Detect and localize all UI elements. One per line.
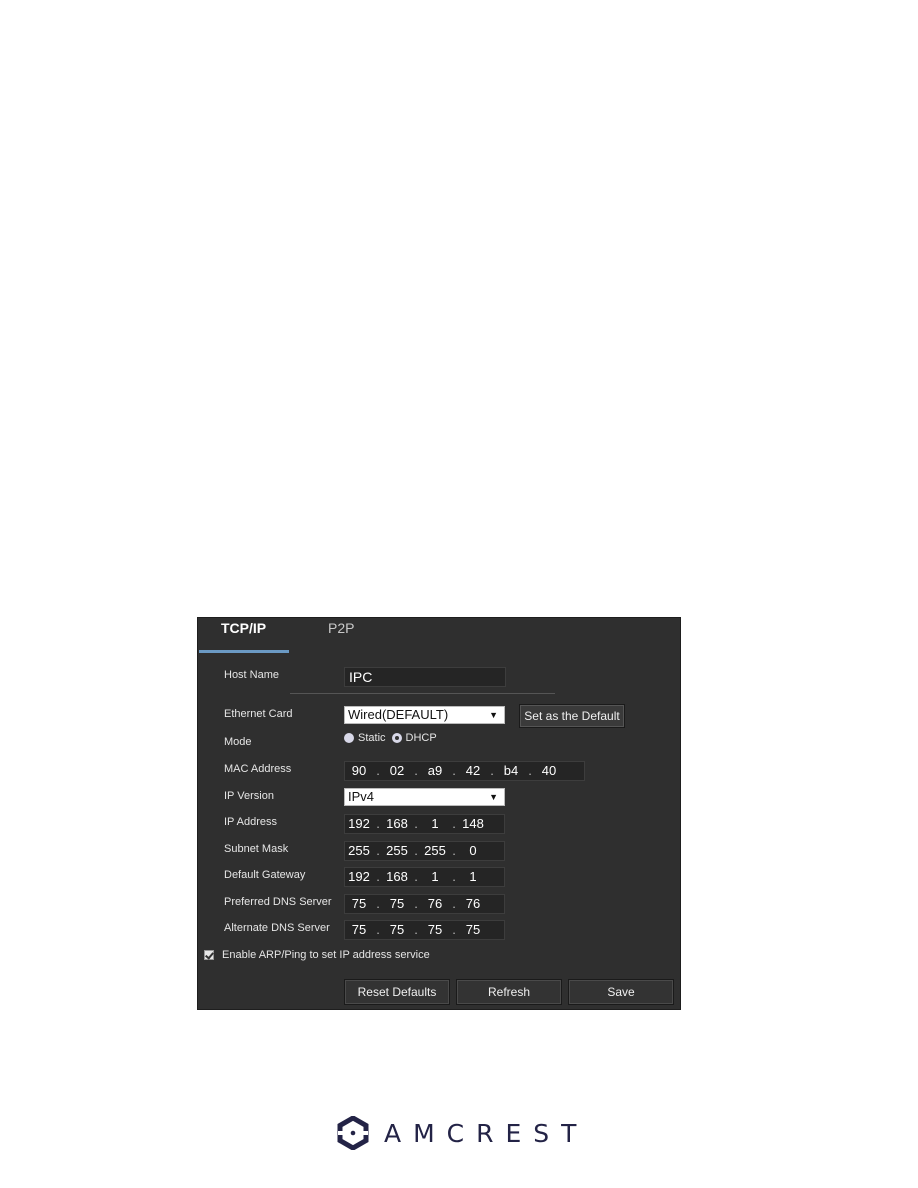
ip-octet[interactable]: 1 <box>459 868 487 886</box>
set-as-default-button[interactable]: Set as the Default <box>519 704 625 728</box>
brand-name: AMCREST <box>384 1118 589 1148</box>
ip-octet[interactable]: 75 <box>383 921 411 939</box>
ip-octet[interactable]: 75 <box>345 921 373 939</box>
separator: . <box>452 843 456 858</box>
subnet-mask-label: Subnet Mask <box>224 843 289 855</box>
separator: . <box>490 763 494 778</box>
chevron-down-icon: ▼ <box>489 710 498 720</box>
ip-octet[interactable]: 75 <box>421 921 449 939</box>
ip-version-label: IP Version <box>224 790 274 802</box>
mac-octet[interactable]: 42 <box>459 762 487 780</box>
active-tab-indicator <box>199 650 289 653</box>
tab-p2p[interactable]: P2P <box>328 620 354 636</box>
ethernet-card-select[interactable]: Wired(DEFAULT) ▼ <box>344 706 505 724</box>
ip-octet[interactable]: 255 <box>383 842 411 860</box>
separator: . <box>452 763 456 778</box>
tab-tcp-ip[interactable]: TCP/IP <box>221 620 266 636</box>
ip-address-label: IP Address <box>224 816 277 828</box>
separator: . <box>414 869 418 884</box>
arp-ping-checkbox[interactable] <box>204 950 214 960</box>
mac-address-field[interactable]: 90. 02. a9. 42. b4. 40 <box>344 761 585 781</box>
separator: . <box>452 869 456 884</box>
separator: . <box>376 843 380 858</box>
network-settings-panel: TCP/IP P2P Host Name IPC Ethernet Card W… <box>197 617 681 1010</box>
divider <box>290 693 555 694</box>
ip-octet[interactable]: 76 <box>459 895 487 913</box>
ip-version-select[interactable]: IPv4 ▼ <box>344 788 505 806</box>
ip-octet[interactable]: 75 <box>383 895 411 913</box>
mac-octet[interactable]: 90 <box>345 762 373 780</box>
ip-octet[interactable]: 76 <box>421 895 449 913</box>
preferred-dns-label: Preferred DNS Server <box>224 896 332 908</box>
amcrest-hexagon-icon <box>337 1116 369 1150</box>
ip-octet[interactable]: 192 <box>345 868 373 886</box>
alternate-dns-field[interactable]: 75. 75. 75. 75 <box>344 920 505 940</box>
reset-defaults-button[interactable]: Reset Defaults <box>344 979 450 1005</box>
preferred-dns-field[interactable]: 75. 75. 76. 76 <box>344 894 505 914</box>
ip-octet[interactable]: 168 <box>383 815 411 833</box>
separator: . <box>452 816 456 831</box>
separator: . <box>376 869 380 884</box>
default-gateway-label: Default Gateway <box>224 869 306 881</box>
mac-octet[interactable]: b4 <box>497 762 525 780</box>
separator: . <box>452 922 456 937</box>
ethernet-card-label: Ethernet Card <box>224 708 293 720</box>
separator: . <box>452 896 456 911</box>
ip-octet[interactable]: 1 <box>421 815 449 833</box>
separator: . <box>376 816 380 831</box>
ip-octet[interactable]: 1 <box>421 868 449 886</box>
alternate-dns-label: Alternate DNS Server <box>224 922 330 934</box>
ip-octet[interactable]: 75 <box>345 895 373 913</box>
separator: . <box>414 816 418 831</box>
separator: . <box>528 763 532 778</box>
ip-octet[interactable]: 168 <box>383 868 411 886</box>
separator: . <box>376 922 380 937</box>
ip-octet[interactable]: 255 <box>345 842 373 860</box>
separator: . <box>376 763 380 778</box>
ip-version-value: IPv4 <box>348 789 375 804</box>
mode-label: Mode <box>224 736 252 748</box>
ip-octet[interactable]: 192 <box>345 815 373 833</box>
host-name-input[interactable]: IPC <box>344 667 506 687</box>
mac-octet[interactable]: 02 <box>383 762 411 780</box>
ip-octet[interactable]: 75 <box>459 921 487 939</box>
separator: . <box>414 896 418 911</box>
separator: . <box>414 843 418 858</box>
refresh-button[interactable]: Refresh <box>456 979 562 1005</box>
mac-octet[interactable]: a9 <box>421 762 449 780</box>
arp-ping-option: Enable ARP/Ping to set IP address servic… <box>204 949 430 961</box>
mode-radio-group: Static DHCP <box>344 732 443 744</box>
separator: . <box>414 922 418 937</box>
subnet-mask-field[interactable]: 255. 255. 255. 0 <box>344 841 505 861</box>
static-radio-label: Static <box>358 732 386 744</box>
ip-octet[interactable]: 255 <box>421 842 449 860</box>
host-name-label: Host Name <box>224 669 280 681</box>
dhcp-radio-label: DHCP <box>405 732 437 744</box>
save-button[interactable]: Save <box>568 979 674 1005</box>
ip-octet[interactable]: 148 <box>459 815 487 833</box>
mac-address-label: MAC Address <box>224 763 292 775</box>
default-gateway-field[interactable]: 192. 168. 1. 1 <box>344 867 505 887</box>
static-radio[interactable] <box>344 733 354 743</box>
amcrest-logo: AMCREST <box>336 1116 588 1150</box>
ip-address-field[interactable]: 192. 168. 1. 148 <box>344 814 505 834</box>
dhcp-radio[interactable] <box>391 733 402 743</box>
arp-ping-label: Enable ARP/Ping to set IP address servic… <box>222 949 430 961</box>
separator: . <box>376 896 380 911</box>
ethernet-card-value: Wired(DEFAULT) <box>348 707 449 722</box>
separator: . <box>414 763 418 778</box>
mac-octet[interactable]: 40 <box>535 762 563 780</box>
ip-octet[interactable]: 0 <box>459 842 487 860</box>
chevron-down-icon: ▼ <box>489 792 498 802</box>
